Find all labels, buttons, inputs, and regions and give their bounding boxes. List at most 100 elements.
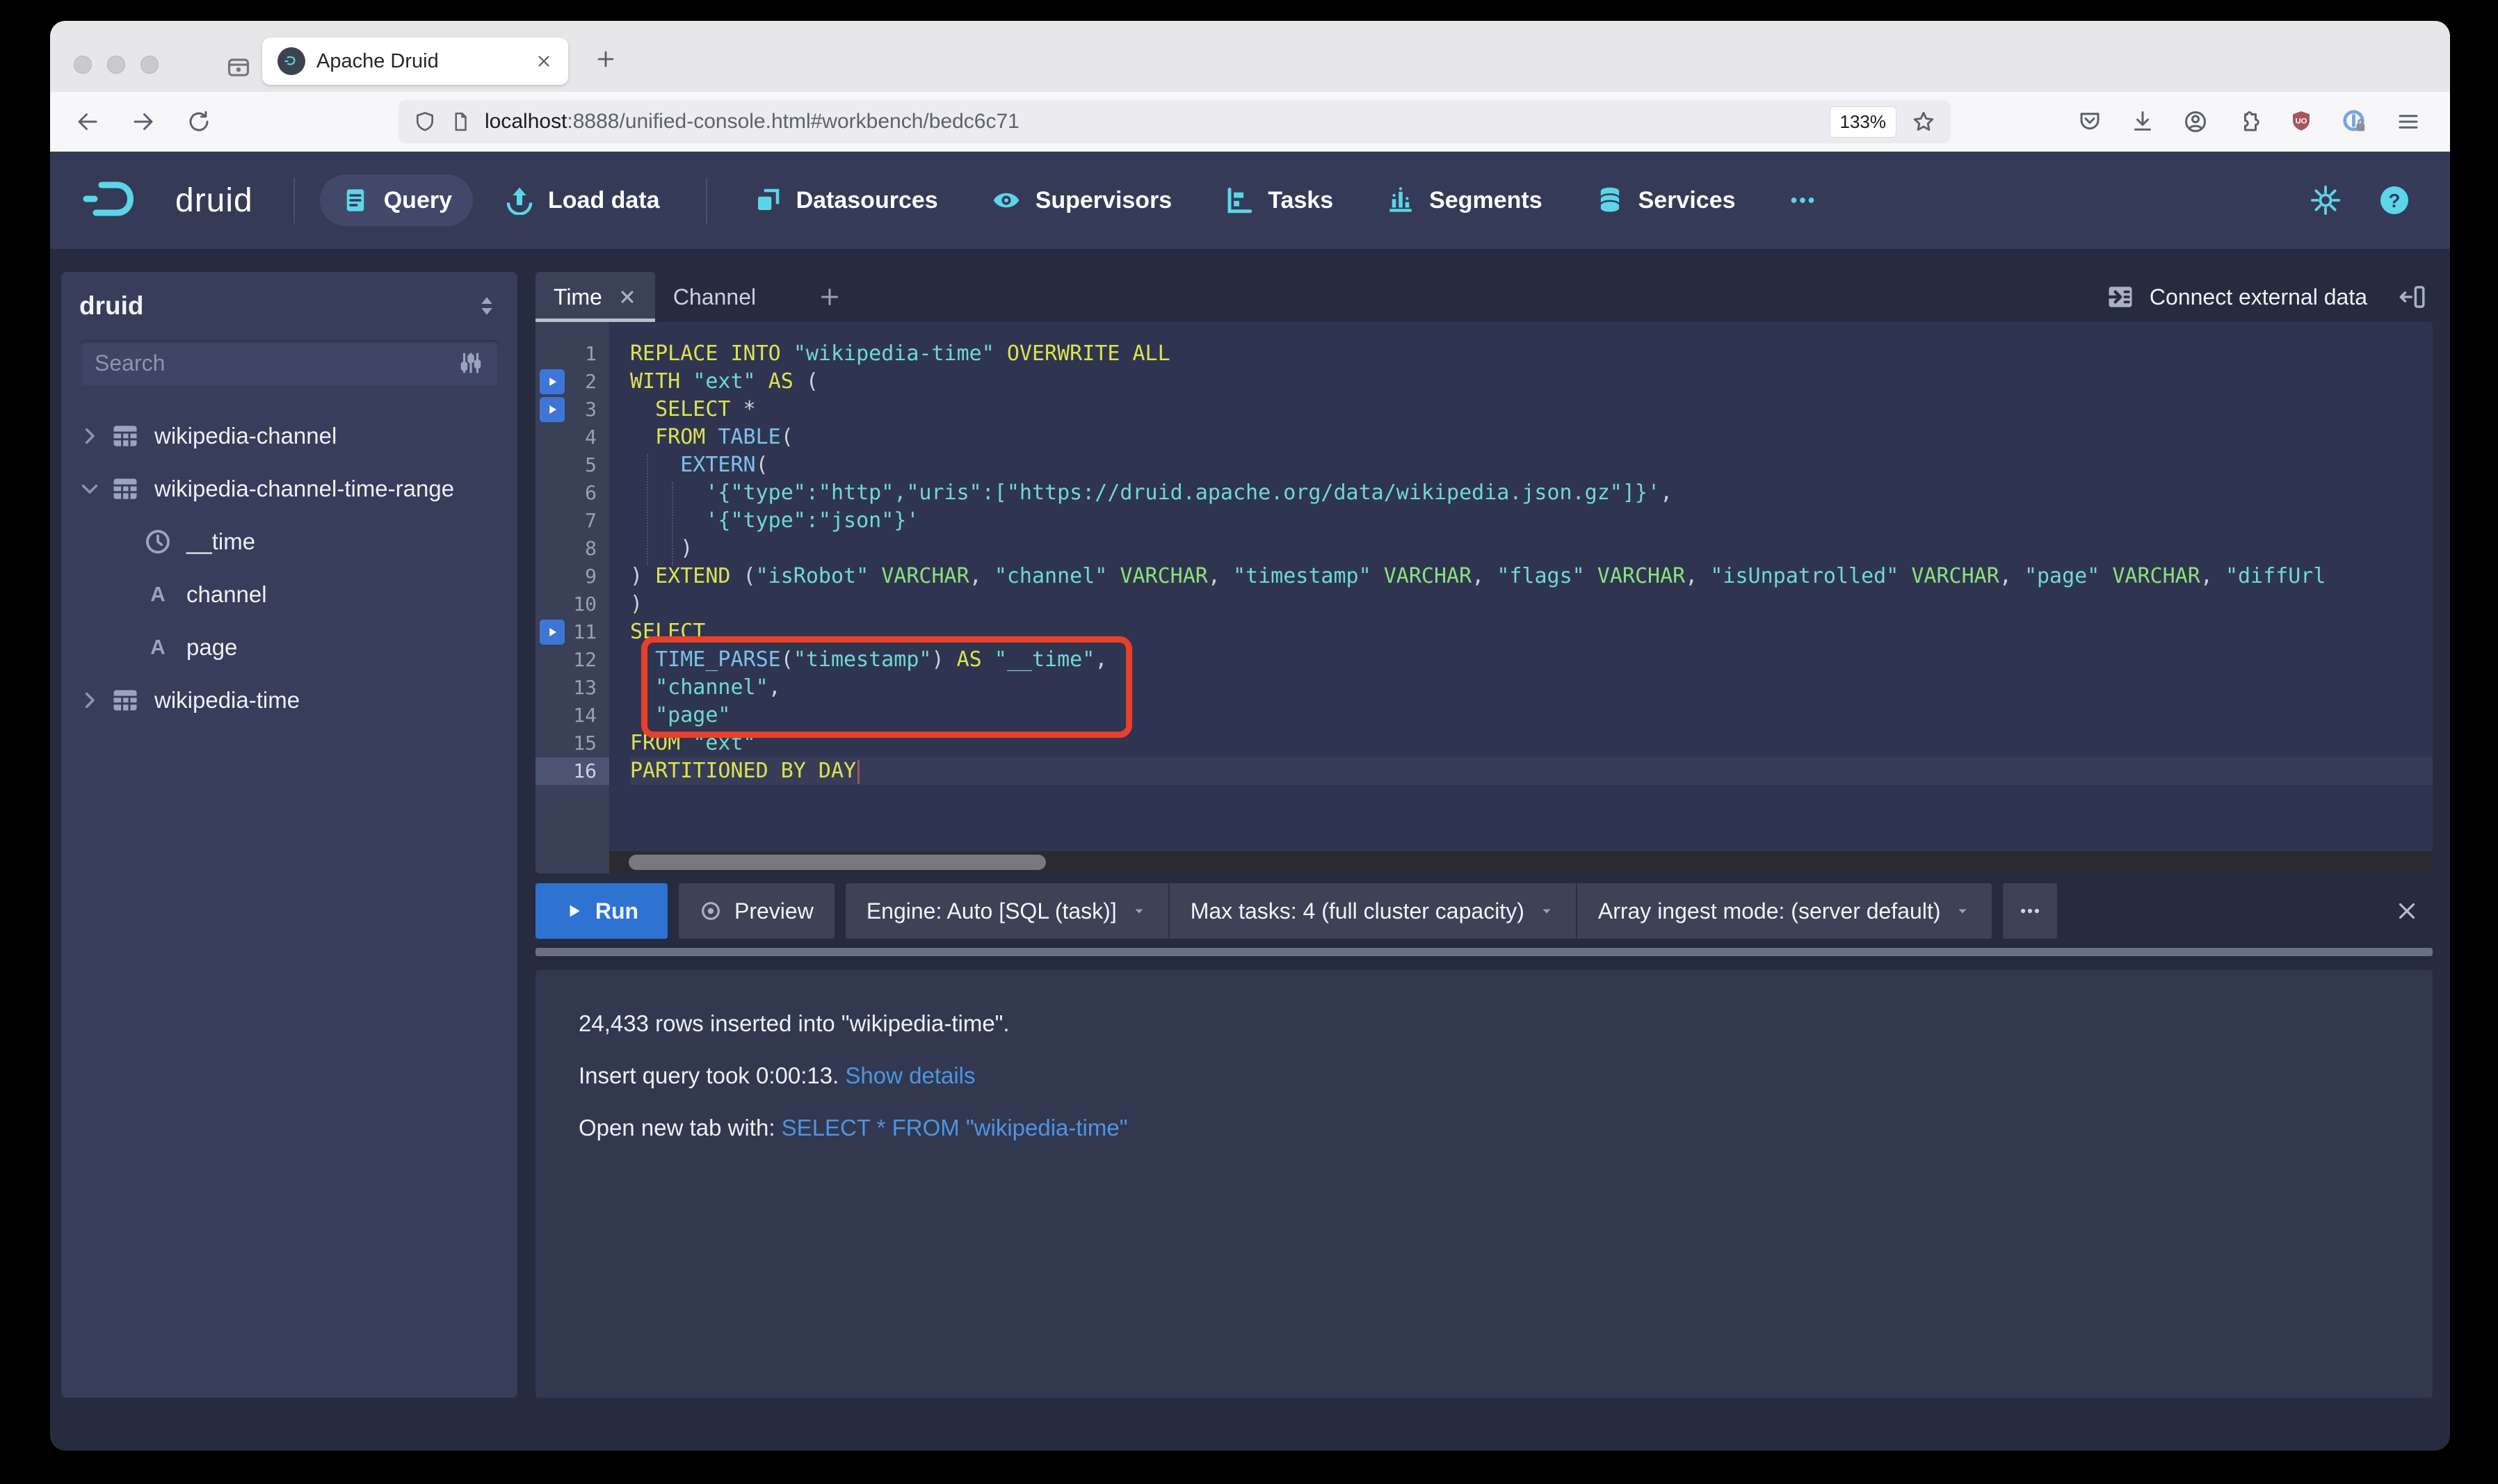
tree-item-channel[interactable]: Achannel (79, 568, 499, 621)
code-token: VARCHAR (1899, 564, 1999, 588)
nav-item-supervisors[interactable]: Supervisors (970, 174, 1193, 227)
sql-editor[interactable]: 1 2 3 4 5 6 7 8 9 10 11 12 13 14 15 16 REPLACE INTO "wi… (535, 322, 2433, 873)
editor-horizontal-scrollbar[interactable] (609, 851, 2433, 873)
sidebar-toggle-icon[interactable] (225, 54, 252, 81)
more-options-button[interactable] (2003, 883, 2058, 939)
nav-item-label: Datasources (796, 186, 938, 213)
add-query-tab-button[interactable] (817, 272, 842, 322)
code-line[interactable]: REPLACE INTO "wikipedia-time" OVERWRITE … (630, 340, 2433, 368)
letter-a-icon: A (143, 633, 172, 662)
help-icon[interactable]: ? (2378, 184, 2411, 217)
table-icon (110, 685, 140, 716)
code-line[interactable]: WITH "ext" AS ( (630, 368, 2433, 396)
tree-item-wikipedia-time[interactable]: wikipedia-time (79, 674, 499, 727)
connect-external-data-button[interactable]: Connect external data (2105, 272, 2367, 322)
page-info-icon[interactable] (450, 111, 471, 132)
double-caret-sort-icon[interactable] (474, 293, 499, 318)
nav-item-more[interactable] (1768, 175, 1837, 225)
refresh-icon[interactable] (186, 109, 211, 134)
collapse-panel-icon[interactable] (2398, 272, 2427, 322)
minimize-window-button[interactable] (107, 56, 125, 74)
run-line-play-button[interactable] (540, 620, 565, 645)
code-token: EXTEND (655, 564, 731, 588)
scrollbar-thumb[interactable] (629, 855, 1046, 870)
code-line[interactable]: SELECT * (630, 396, 2433, 424)
ublock-origin-icon[interactable]: UO (2289, 109, 2314, 134)
select-array-ingest-mode[interactable]: Array ingest mode: (server default) (1575, 883, 1992, 939)
new-browser-tab-button[interactable] (594, 47, 618, 71)
query-tab-time[interactable]: Time (535, 272, 655, 322)
extensions-puzzle-icon[interactable] (2236, 109, 2261, 134)
bookmark-star-icon[interactable] (1912, 110, 1935, 134)
shield-icon[interactable] (414, 111, 436, 133)
code-token: AS (956, 647, 982, 672)
url-bar[interactable]: localhost:8888/unified-console.html#work… (398, 100, 1951, 143)
account-icon[interactable] (2183, 109, 2208, 134)
nav-item-tasks[interactable]: Tasks (1204, 175, 1354, 226)
code-line[interactable]: TIME_PARSE("timestamp") AS "__time", (630, 646, 2433, 674)
chevron-right-icon[interactable] (79, 690, 110, 711)
run-line-play-button[interactable] (540, 369, 565, 394)
nav-item-label: Services (1638, 186, 1736, 213)
settings-gear-icon[interactable] (2310, 184, 2342, 216)
zoom-window-button[interactable] (140, 56, 159, 74)
select-max-tasks[interactable]: Max tasks: 4 (full cluster capacity) (1168, 883, 1576, 939)
code-line[interactable]: '{"type":"http","uris":["https://druid.a… (630, 479, 2433, 507)
forward-icon[interactable] (131, 109, 156, 134)
code-line[interactable]: SELECT (630, 618, 2433, 646)
nav-item-query[interactable]: Query (319, 175, 473, 226)
query-tab-channel[interactable]: Channel (655, 272, 774, 322)
druid-logo[interactable]: druid (81, 178, 253, 223)
chevron-down-icon[interactable] (79, 478, 110, 499)
nav-item-segments[interactable]: Segments (1365, 175, 1563, 226)
close-tab-icon[interactable] (535, 52, 553, 70)
nav-item-datasources[interactable]: Datasources (732, 175, 959, 226)
schema-search[interactable] (79, 340, 499, 386)
tree-item-wikipedia-channel-time-range[interactable]: wikipedia-channel-time-range (79, 462, 499, 515)
code-line[interactable]: '{"type":"json"}' (630, 507, 2433, 535)
filter-sliders-icon[interactable] (458, 350, 484, 376)
window-controls[interactable] (74, 56, 159, 74)
password-manager-icon[interactable] (2342, 108, 2368, 135)
downloads-icon[interactable] (2130, 109, 2155, 134)
code-line[interactable]: "channel", (630, 674, 2433, 702)
zoom-level-badge[interactable]: 133% (1829, 106, 1896, 138)
tree-item-time[interactable]: __time (79, 515, 499, 568)
back-icon[interactable] (75, 109, 100, 134)
pocket-icon[interactable] (2077, 109, 2102, 134)
code-line[interactable]: EXTERN( (630, 451, 2433, 479)
close-query-tab-icon[interactable] (618, 287, 637, 307)
result-link[interactable]: SELECT * FROM "wikipedia-time" (782, 1115, 1128, 1140)
code-line[interactable]: "page" (630, 702, 2433, 729)
nav-item-label: Query (383, 186, 452, 213)
nav-item-load-data[interactable]: Load data (484, 175, 681, 226)
run-line-play-button[interactable] (540, 397, 565, 422)
editor-gutter: 1 2 3 4 5 6 7 8 9 10 11 12 13 14 15 16 (535, 322, 609, 873)
chevron-right-icon[interactable] (79, 426, 110, 446)
menu-hamburger-icon[interactable] (2396, 109, 2421, 134)
result-message: 24,433 rows inserted into "wikipedia-tim… (579, 1010, 2390, 1037)
close-window-button[interactable] (74, 56, 92, 74)
run-button[interactable]: Run (535, 883, 668, 939)
nav-item-label: Load data (548, 186, 660, 213)
code-line[interactable]: FROM TABLE( (630, 424, 2433, 451)
nav-item-services[interactable]: Services (1574, 175, 1757, 226)
code-line[interactable]: FROM "ext" (630, 729, 2433, 757)
tree-item-page[interactable]: Apage (79, 621, 499, 674)
preview-button[interactable]: Preview (679, 883, 835, 939)
code-line[interactable]: ) (630, 535, 2433, 563)
result-link[interactable]: Show details (845, 1063, 975, 1088)
editor-code-area[interactable]: REPLACE INTO "wikipedia-time" OVERWRITE … (609, 322, 2433, 873)
code-line[interactable]: PARTITIONED BY DAY (630, 757, 2433, 785)
panel-splitter-handle[interactable] (535, 948, 2433, 956)
close-results-icon[interactable] (2394, 898, 2420, 924)
browser-tab[interactable]: Apache Druid (262, 38, 568, 85)
select-engine[interactable]: Engine: Auto [SQL (task)] (846, 883, 1168, 939)
tree-item-wikipedia-channel[interactable]: wikipedia-channel (79, 410, 499, 462)
code-line[interactable]: ) (630, 590, 2433, 618)
url-text[interactable]: localhost:8888/unified-console.html#work… (485, 110, 1020, 134)
code-line[interactable]: ) EXTEND ("isRobot" VARCHAR, "channel" V… (630, 563, 2433, 590)
code-token: TIME_PARSE (655, 647, 781, 672)
search-input[interactable] (95, 350, 458, 376)
